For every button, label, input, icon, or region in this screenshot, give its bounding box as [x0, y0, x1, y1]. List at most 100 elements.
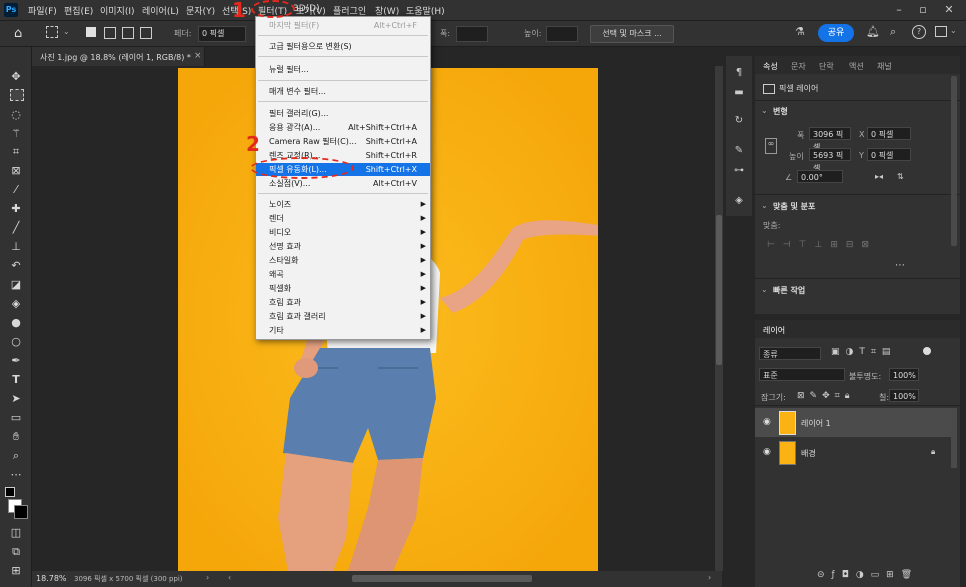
- intersect-selection-icon[interactable]: [140, 27, 152, 39]
- hand-tool-icon[interactable]: ✋︎: [8, 429, 24, 445]
- menu-item-parametric-filters[interactable]: 매개 변수 필터...: [256, 85, 430, 98]
- tab-properties[interactable]: 속성: [763, 61, 778, 72]
- width-input[interactable]: [456, 26, 488, 42]
- status-chevron-icon[interactable]: ›: [206, 573, 209, 582]
- layer-row-background[interactable]: ◉ 배경 🔒︎: [755, 438, 951, 467]
- paragraph-panel-icon[interactable]: ¶: [732, 66, 746, 80]
- background-color-swatch[interactable]: [14, 505, 28, 519]
- menu-item-blur[interactable]: 흐림 효과 ▶: [256, 296, 430, 309]
- photoshop-logo-icon[interactable]: Ps: [4, 3, 18, 17]
- tab-channels[interactable]: 채널: [877, 61, 892, 72]
- kind-filter-dropdown[interactable]: 종류: [759, 347, 821, 360]
- menu-image[interactable]: 이미지(I): [100, 4, 135, 17]
- filter-toggle-icon[interactable]: [923, 347, 931, 355]
- filter-icons[interactable]: ▣◑T⌗▤: [831, 347, 896, 357]
- workspace-chevron-icon[interactable]: ⌄: [950, 26, 957, 35]
- styles-icon[interactable]: ◈: [732, 194, 746, 208]
- maximize-icon[interactable]: ▫: [912, 2, 934, 18]
- paint-bucket-icon[interactable]: ◈: [8, 296, 24, 312]
- menu-item-sharpen[interactable]: 선명 효과 ▶: [256, 240, 430, 253]
- artboard-icon[interactable]: ⊞: [8, 563, 24, 579]
- x-field[interactable]: 0 픽셀: [867, 127, 911, 140]
- flip-horizontal-icon[interactable]: ▸◂: [875, 172, 883, 181]
- menu-item-neural-filters[interactable]: 뉴럴 필터...: [256, 63, 430, 76]
- zoom-tool-icon[interactable]: ⌕: [8, 448, 24, 464]
- menu-item-pixelate[interactable]: 픽셀화 ▶: [256, 282, 430, 295]
- subtract-selection-icon[interactable]: [122, 27, 134, 39]
- flip-vertical-icon[interactable]: ⇅: [897, 172, 904, 181]
- menu-item-convert-smart-filters[interactable]: 고급 필터용으로 변환(S): [256, 40, 430, 53]
- minimize-icon[interactable]: –: [888, 2, 910, 18]
- menu-layer[interactable]: 레이어(L): [142, 4, 179, 17]
- menu-item-camera-raw[interactable]: Camera Raw 필터(C)... Shift+Ctrl+A: [256, 135, 430, 148]
- lasso-tool-icon[interactable]: ◌: [8, 107, 24, 123]
- select-and-mask-button[interactable]: 선택 및 마스크 ...: [590, 25, 674, 43]
- menu-item-distort[interactable]: 왜곡 ▶: [256, 268, 430, 281]
- menu-item-adaptive-wide-angle[interactable]: 응용 광각(A)... Alt+Shift+Ctrl+A: [256, 121, 430, 134]
- vertical-scroll-thumb[interactable]: [716, 215, 722, 365]
- shape-tool-icon[interactable]: ▭: [8, 410, 24, 426]
- properties-scrollbar[interactable]: [951, 76, 957, 246]
- blend-mode-dropdown[interactable]: 표준: [759, 368, 845, 381]
- y-field[interactable]: 0 픽셀: [867, 148, 911, 161]
- history-icon[interactable]: ↻: [732, 114, 746, 128]
- bell-icon[interactable]: 🔔︎: [866, 25, 880, 38]
- dodge-tool-icon[interactable]: ○: [8, 334, 24, 350]
- layers-scrollbar[interactable]: [951, 408, 957, 468]
- healing-brush-icon[interactable]: ✚: [8, 201, 24, 217]
- scroll-left-icon[interactable]: ‹: [228, 573, 231, 582]
- opacity-field[interactable]: 100%: [889, 368, 919, 381]
- screen-mode-icon[interactable]: ⧉: [8, 544, 24, 560]
- flask-icon[interactable]: ⚗: [795, 25, 805, 38]
- default-colors-icon[interactable]: [5, 487, 15, 497]
- tab-character[interactable]: 문자: [791, 61, 806, 72]
- help-icon[interactable]: ?: [912, 25, 926, 39]
- lock-icons[interactable]: ⊠✎✥⌗🔒︎: [797, 391, 854, 401]
- menu-item-filter-gallery[interactable]: 필터 갤러리(G)...: [256, 107, 430, 120]
- height-input[interactable]: [546, 26, 578, 42]
- new-selection-icon[interactable]: [86, 27, 96, 37]
- move-tool-icon[interactable]: ✥: [8, 69, 24, 85]
- crop-tool-icon[interactable]: ⌗: [8, 144, 24, 160]
- close-tab-icon[interactable]: ×: [194, 51, 202, 61]
- adjustments-icon[interactable]: ⊶: [732, 164, 746, 178]
- menu-item-blur-gallery[interactable]: 흐림 효과 갤러리 ▶: [256, 310, 430, 323]
- layer-name[interactable]: 레이어 1: [801, 418, 831, 429]
- fill-field[interactable]: 100%: [889, 389, 919, 402]
- marquee-tool-icon[interactable]: [46, 26, 58, 38]
- visibility-eye-icon[interactable]: ◉: [763, 417, 771, 427]
- comments-icon[interactable]: ▬: [732, 86, 746, 100]
- layer-name[interactable]: 배경: [801, 448, 816, 459]
- search-icon[interactable]: ⌕: [890, 25, 896, 39]
- menu-file[interactable]: 파일(F): [28, 4, 57, 17]
- tab-actions[interactable]: 액션: [849, 61, 864, 72]
- layers-title[interactable]: 레이어: [763, 325, 785, 336]
- scroll-right-icon[interactable]: ›: [708, 573, 711, 582]
- visibility-eye-icon[interactable]: ◉: [763, 447, 771, 457]
- transform-chevron-icon[interactable]: ⌄: [761, 106, 768, 115]
- layer-actions-bar[interactable]: ⊝ƒ◘◑▭⊞🗑︎: [817, 570, 919, 580]
- menu-item-video[interactable]: 비디오 ▶: [256, 226, 430, 239]
- align-icons[interactable]: ⊢⊣⊤⊥⊞⊟⊠: [767, 240, 877, 250]
- type-tool-icon[interactable]: T: [8, 372, 24, 388]
- menu-item-stylize[interactable]: 스타일화 ▶: [256, 254, 430, 267]
- eyedropper-icon[interactable]: ⁄: [8, 182, 24, 198]
- home-icon[interactable]: ⌂: [14, 26, 22, 41]
- frame-tool-icon[interactable]: ⊠: [8, 163, 24, 179]
- height-field[interactable]: 5693 픽셀: [809, 148, 851, 173]
- brush-settings-icon[interactable]: ✎: [732, 144, 746, 158]
- zoom-level[interactable]: 18.78%: [36, 574, 67, 583]
- workspace-icon[interactable]: [935, 26, 947, 37]
- stamp-tool-icon[interactable]: ⊥: [8, 239, 24, 255]
- more-options-icon[interactable]: ⋯: [895, 260, 905, 271]
- align-chevron-icon[interactable]: ⌄: [761, 201, 768, 210]
- chevron-down-icon[interactable]: ⌄: [63, 27, 70, 36]
- quick-mask-icon[interactable]: ◫: [8, 525, 24, 541]
- quick-actions-chevron-icon[interactable]: ⌄: [761, 285, 768, 294]
- brush-tool-icon[interactable]: ╱: [8, 220, 24, 236]
- pen-tool-icon[interactable]: ✒: [8, 353, 24, 369]
- menu-item-render[interactable]: 렌더 ▶: [256, 212, 430, 225]
- marquee-tool-icon[interactable]: [10, 89, 24, 101]
- more-tools-icon[interactable]: ⋯: [8, 467, 24, 483]
- magic-wand-icon[interactable]: ⚚: [8, 126, 24, 142]
